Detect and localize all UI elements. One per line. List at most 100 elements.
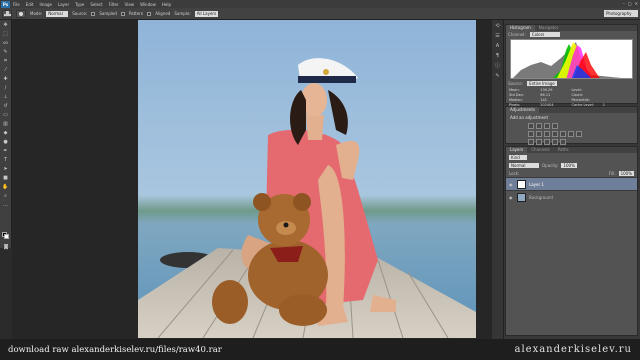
extra-tools-icon[interactable]: …: [2, 202, 10, 209]
zoom-tool-icon[interactable]: ⌕: [2, 193, 10, 200]
layer-row[interactable]: ◉ Layer 1: [506, 177, 637, 190]
pattern-radio[interactable]: [120, 11, 125, 16]
stat-label: Percentile:: [571, 98, 590, 102]
stat-value: [603, 93, 634, 97]
tab-layers[interactable]: Layers: [506, 147, 528, 153]
brightness-contrast-icon[interactable]: [528, 123, 534, 129]
hand-tool-icon[interactable]: ✋: [2, 184, 10, 191]
hue-saturation-icon[interactable]: [536, 131, 542, 137]
crop-tool-icon[interactable]: ⌗: [2, 58, 10, 65]
adjustment-icons-row-2: [506, 130, 637, 138]
menu-view[interactable]: View: [125, 2, 135, 7]
dodge-tool-icon[interactable]: ●: [2, 139, 10, 146]
opacity-label: Opacity:: [542, 162, 559, 168]
sampled-radio[interactable]: [91, 11, 96, 16]
gradient-map-icon[interactable]: [552, 139, 558, 145]
background-color-swatch[interactable]: [4, 234, 9, 239]
fill-input[interactable]: 100%: [618, 170, 634, 176]
aligned-checkbox[interactable]: [147, 11, 152, 16]
histogram-graph: [510, 39, 633, 79]
menu-image[interactable]: Image: [39, 2, 52, 7]
gradient-tool-icon[interactable]: ▥: [2, 121, 10, 128]
clone-stamp-tool-icon[interactable]: ⊥: [2, 94, 10, 101]
selective-color-icon[interactable]: [560, 139, 566, 145]
path-select-tool-icon[interactable]: ➤: [2, 166, 10, 173]
photoshop-logo: Ps: [1, 0, 10, 8]
stat-value: 66.11: [540, 93, 551, 97]
visibility-eye-icon[interactable]: ◉: [509, 195, 514, 200]
marquee-tool-icon[interactable]: ⬚: [2, 31, 10, 38]
move-tool-icon[interactable]: ✥: [2, 22, 10, 29]
layer-thumbnail: [517, 192, 526, 202]
eraser-tool-icon[interactable]: ▭: [2, 112, 10, 119]
blend-mode-select[interactable]: Normal: [509, 162, 539, 168]
curves-icon[interactable]: [544, 123, 550, 129]
blur-tool-icon[interactable]: ◆: [2, 130, 10, 137]
opacity-input[interactable]: 100%: [561, 162, 577, 168]
info-panel-icon[interactable]: ⓘ: [494, 63, 502, 70]
stamp-icon: [3, 10, 11, 16]
quick-select-tool-icon[interactable]: ✎: [2, 49, 10, 56]
menu-window[interactable]: Window: [140, 2, 156, 7]
channel-select[interactable]: Colors: [529, 32, 560, 37]
source-select[interactable]: Entire Image: [527, 81, 558, 86]
source-row: Source: Entire Image: [506, 80, 637, 87]
lasso-tool-icon[interactable]: ᔕ: [2, 40, 10, 47]
brush-tool-icon[interactable]: ∕: [2, 85, 10, 92]
sample-label: Sample:: [174, 11, 191, 16]
history-brush-tool-icon[interactable]: ↺: [2, 103, 10, 110]
kind-filter-select[interactable]: Kind: [509, 154, 527, 160]
adjustments-panel: Adjustments Add an adjustment: [505, 106, 638, 145]
menu-select[interactable]: Select: [90, 2, 102, 7]
sample-select[interactable]: All Layers: [194, 10, 219, 17]
paragraph-panel-icon[interactable]: ¶: [494, 53, 502, 60]
vibrance-icon[interactable]: [528, 131, 534, 137]
type-tool-icon[interactable]: T: [2, 157, 10, 164]
clone-stamp-tool-preset[interactable]: [2, 9, 12, 18]
brush-preset-picker[interactable]: [16, 9, 26, 18]
photo-filter-icon[interactable]: [560, 131, 566, 137]
stat-value: 139.29: [540, 88, 553, 92]
maximize-button[interactable]: □: [628, 1, 632, 6]
layer-row[interactable]: ◉ Background: [506, 190, 637, 203]
channel-mixer-icon[interactable]: [568, 131, 574, 137]
menu-filter[interactable]: Filter: [109, 2, 119, 7]
visibility-eye-icon[interactable]: ◉: [509, 182, 514, 187]
workspace-switcher[interactable]: Photography: [604, 10, 638, 17]
brush-panel-icon[interactable]: ✎: [494, 73, 502, 80]
exposure-icon[interactable]: [552, 123, 558, 129]
invert-icon[interactable]: [528, 139, 534, 145]
character-panel-icon[interactable]: A: [494, 43, 502, 50]
tab-paths[interactable]: Paths: [554, 147, 573, 153]
tab-channels[interactable]: Channels: [527, 147, 554, 153]
properties-panel-icon[interactable]: ☰: [494, 33, 502, 40]
levels-icon[interactable]: [536, 123, 542, 129]
tab-histogram[interactable]: Histogram: [506, 25, 535, 31]
stat-value: [603, 88, 634, 92]
menu-edit[interactable]: Edit: [26, 2, 34, 7]
color-balance-icon[interactable]: [544, 131, 550, 137]
menu-layer[interactable]: Layer: [58, 2, 69, 7]
quick-mask-icon[interactable]: ◙: [2, 244, 10, 251]
close-button[interactable]: ✕: [635, 1, 638, 6]
shape-tool-icon[interactable]: ■: [2, 175, 10, 182]
pen-tool-icon[interactable]: ✒: [2, 148, 10, 155]
stat-label: Std Dev:: [509, 93, 524, 97]
photo-illustration: [138, 20, 476, 338]
menu-file[interactable]: File: [13, 2, 20, 7]
healing-brush-tool-icon[interactable]: ✚: [2, 76, 10, 83]
posterize-icon[interactable]: [536, 139, 542, 145]
black-white-icon[interactable]: [552, 131, 558, 137]
tab-adjustments[interactable]: Adjustments: [506, 107, 540, 113]
history-panel-icon[interactable]: ⟲: [494, 23, 502, 30]
menu-type[interactable]: Type: [75, 2, 84, 7]
eyedropper-tool-icon[interactable]: ⁄: [2, 67, 10, 74]
document-image[interactable]: [138, 20, 476, 338]
source-label: Source:: [508, 81, 524, 86]
menu-help[interactable]: Help: [162, 2, 171, 7]
mode-select[interactable]: Normal: [46, 10, 69, 17]
minimize-button[interactable]: –: [623, 1, 625, 6]
tab-navigator[interactable]: Navigator: [535, 25, 563, 31]
threshold-icon[interactable]: [544, 139, 550, 145]
color-lookup-icon[interactable]: [576, 131, 582, 137]
